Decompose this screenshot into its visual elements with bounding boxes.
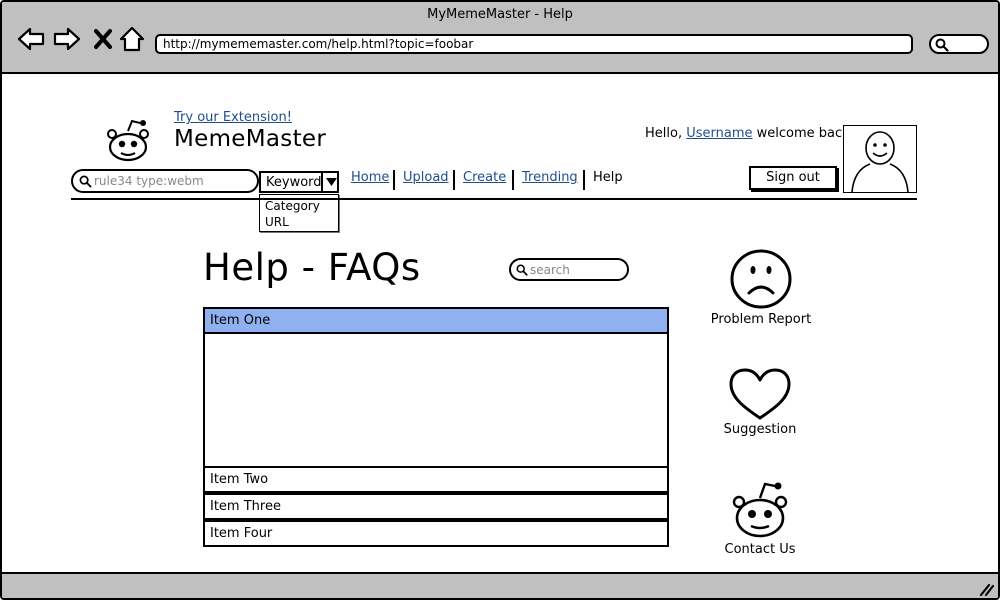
greeting-suffix: welcome back! xyxy=(756,126,855,141)
address-bar[interactable]: http://mymememaster.com/help.html?topic=… xyxy=(155,34,913,54)
greeting-prefix: Hello, xyxy=(645,126,683,141)
search-icon xyxy=(79,175,92,188)
user-greeting: Hello, Username welcome back! xyxy=(645,126,855,141)
resize-grip-icon[interactable] xyxy=(978,582,994,596)
nav-trending[interactable]: Trending xyxy=(522,170,578,185)
suggestion-link[interactable]: Suggestion xyxy=(700,368,820,437)
dropdown-option-url[interactable]: URL xyxy=(265,214,333,230)
search-icon xyxy=(935,38,949,52)
triangle-down-icon xyxy=(326,178,337,186)
dropdown-option-category[interactable]: Category xyxy=(265,198,333,214)
nav-help-current: Help xyxy=(593,170,623,185)
problem-report-label: Problem Report xyxy=(710,312,812,327)
heart-icon xyxy=(729,368,791,420)
faq-item-one-content xyxy=(203,334,669,470)
contact-us-link[interactable]: Contact Us xyxy=(700,480,820,557)
status-bar xyxy=(2,572,998,598)
sign-out-button[interactable]: Sign out xyxy=(749,166,837,190)
window-title: MyMemeMaster - Help xyxy=(427,7,573,22)
nav-separator xyxy=(453,170,455,190)
suggestion-label: Suggestion xyxy=(723,422,797,437)
faq-search-input[interactable] xyxy=(530,262,625,277)
nav-separator xyxy=(512,170,514,190)
alien-mascot-icon xyxy=(732,482,788,538)
brand-logo[interactable] xyxy=(102,117,154,165)
search-icon xyxy=(516,264,528,276)
sad-face-icon xyxy=(730,249,792,309)
problem-report-link[interactable]: Problem Report xyxy=(701,248,821,327)
faq-search[interactable] xyxy=(509,258,629,281)
site-search-input[interactable] xyxy=(94,173,254,189)
nav-create[interactable]: Create xyxy=(463,170,506,185)
nav-upload[interactable]: Upload xyxy=(403,170,449,185)
nav-home[interactable]: Home xyxy=(351,170,389,185)
search-mode-select[interactable]: Keyword xyxy=(259,171,339,193)
faq-accordion: Item One Item Two Item Three Item Four xyxy=(203,307,669,548)
search-mode-value: Keyword xyxy=(266,175,322,190)
browser-chrome: MyMemeMaster - Help http://mymememaster.… xyxy=(2,2,998,74)
faq-item-four[interactable]: Item Four xyxy=(203,520,669,547)
header-divider xyxy=(71,198,917,200)
forward-icon[interactable] xyxy=(52,24,82,54)
faq-item-one[interactable]: Item One xyxy=(203,307,669,334)
user-avatar-icon xyxy=(851,131,909,193)
avatar[interactable] xyxy=(843,125,917,193)
faq-item-three[interactable]: Item Three xyxy=(203,493,669,520)
stop-icon[interactable] xyxy=(88,24,118,54)
nav-separator xyxy=(393,170,395,190)
page-title: Help - FAQs xyxy=(203,246,421,289)
faq-item-two[interactable]: Item Two xyxy=(203,466,669,493)
home-icon[interactable] xyxy=(117,24,147,54)
dropdown-toggle[interactable] xyxy=(321,171,339,193)
nav-separator xyxy=(583,170,585,190)
back-icon[interactable] xyxy=(16,24,46,54)
site-search[interactable] xyxy=(71,169,259,193)
brand-name: MemeMaster xyxy=(174,126,327,152)
username-link[interactable]: Username xyxy=(686,126,752,141)
extension-link[interactable]: Try our Extension! xyxy=(174,110,292,125)
contact-us-label: Contact Us xyxy=(724,542,796,557)
browser-search-field[interactable] xyxy=(929,34,989,54)
browser-window: MyMemeMaster - Help http://mymememaster.… xyxy=(0,0,1000,600)
